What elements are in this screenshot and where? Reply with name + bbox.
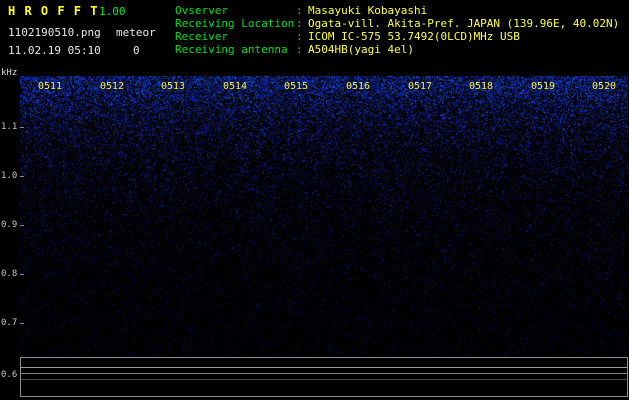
time-axis-label: 0517 (408, 81, 433, 92)
freq-axis-label: 0.7 (1, 318, 18, 328)
info-value: ICOM IC-575 53.7492(0LCD)MHz USB (308, 30, 520, 43)
time-axis-label: 0514 (223, 81, 248, 92)
freq-axis-label: 1.0 (1, 171, 18, 181)
info-row-antenna: Receiving antenna : A504HB(yagi 4el) (175, 43, 619, 56)
info-value: A504HB(yagi 4el) (308, 43, 414, 56)
info-colon: : (296, 4, 303, 17)
info-label: Receiving antenna (175, 43, 288, 56)
time-axis-label: 0518 (469, 81, 494, 92)
signal-level-strip (20, 357, 628, 397)
info-row-observer: Ovserver : Masayuki Kobayashi (175, 4, 619, 17)
freq-axis-label: 0.9 (1, 220, 18, 230)
info-row-receiver: Receiver : ICOM IC-575 53.7492(0LCD)MHz … (175, 30, 619, 43)
info-label: Ovserver (175, 4, 228, 17)
info-value: Masayuki Kobayashi (308, 4, 428, 17)
time-axis-label: 0516 (346, 81, 371, 92)
time-axis-label: 0511 (38, 81, 63, 92)
noise-floor-line (21, 373, 627, 374)
khz-unit-label: kHz (1, 68, 18, 78)
freq-axis-label: 0.6 (1, 370, 18, 380)
freq-tick (20, 176, 24, 177)
time-axis-label: 0512 (100, 81, 125, 92)
info-colon: : (296, 43, 303, 56)
freq-axis-label: 0.8 (1, 269, 18, 279)
time-axis-label: 0513 (161, 81, 186, 92)
freq-tick (20, 323, 24, 324)
time-axis-label: 0520 (592, 81, 617, 92)
app-version: 1.00 (99, 5, 126, 18)
info-row-location: Receiving Location : Ogata-vill. Akita-P… (175, 17, 619, 30)
mode-label: meteor (116, 26, 156, 39)
freq-tick (20, 127, 24, 128)
info-colon: : (296, 30, 303, 43)
time-axis-label: 0515 (284, 81, 309, 92)
freq-tick (20, 225, 24, 226)
hrofft-output: H R O F F T 1.00 1102190510.png meteor 1… (0, 0, 629, 400)
info-label: Receiving Location (175, 17, 295, 30)
freq-tick (20, 274, 24, 275)
freq-axis-label: 1.1 (1, 122, 18, 132)
info-value: Ogata-vill. Akita-Pref. JAPAN (139.96E, … (308, 17, 620, 30)
file-name: 1102190510.png (8, 26, 101, 39)
info-label: Receiver (175, 30, 228, 43)
noise-floor-line (21, 367, 627, 368)
observation-info: Ovserver : Masayuki Kobayashi Receiving … (175, 4, 619, 56)
spectrogram-noise (20, 76, 628, 357)
app-title: H R O F F T (8, 4, 99, 18)
datetime-label: 11.02.19 05:10 (8, 44, 101, 57)
meteor-count: 0 (133, 44, 140, 57)
info-colon: : (296, 17, 303, 30)
noise-floor-line (21, 379, 627, 380)
time-axis-label: 0519 (531, 81, 556, 92)
